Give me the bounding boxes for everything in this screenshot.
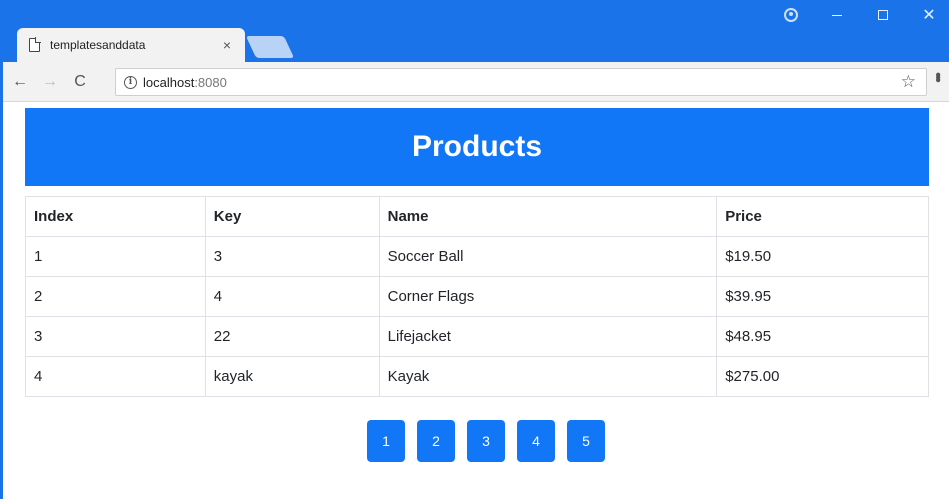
cell-index: 3 <box>25 316 206 357</box>
cell-name: Soccer Ball <box>378 236 718 277</box>
cell-index: 2 <box>25 276 206 317</box>
profile-button[interactable] <box>768 0 814 30</box>
cell-key: 3 <box>204 236 380 277</box>
cell-key: 4 <box>204 276 380 317</box>
cell-price: $275.00 <box>716 356 929 397</box>
cell-price: $48.95 <box>716 316 929 357</box>
page-button-4[interactable]: 4 <box>517 420 555 462</box>
table-row: 2 4 Corner Flags $39.95 <box>25 276 929 317</box>
forward-button[interactable]: → <box>37 69 63 95</box>
browser-toolbar: ← → C i localhost :8080 ☆ ••• <box>3 62 949 102</box>
info-icon[interactable]: i <box>124 75 137 89</box>
cell-index: 4 <box>25 356 206 397</box>
cell-name: Kayak <box>378 356 718 397</box>
maximize-icon <box>878 10 888 20</box>
browser-window: templatesanddata × ✕ ← → C i localhost :… <box>0 0 949 499</box>
table-row: 4 kayak Kayak $275.00 <box>25 356 929 397</box>
page-title: Products <box>411 130 543 163</box>
cell-index: 1 <box>25 236 206 277</box>
page-button-3[interactable]: 3 <box>467 420 505 462</box>
cell-price: $19.50 <box>716 236 929 277</box>
reload-button[interactable]: C <box>67 69 93 95</box>
close-window-button[interactable]: ✕ <box>906 0 949 30</box>
bookmark-star-icon[interactable]: ☆ <box>901 72 916 92</box>
menu-icon[interactable]: ••• <box>928 72 946 80</box>
profile-icon <box>784 8 798 22</box>
table-header-row: Index Key Name Price <box>25 196 929 237</box>
url-host: localhost <box>143 74 195 90</box>
table-row: 1 3 Soccer Ball $19.50 <box>25 236 929 277</box>
page-button-1[interactable]: 1 <box>367 420 405 462</box>
cell-name: Corner Flags <box>378 276 718 317</box>
maximize-button[interactable] <box>860 0 906 30</box>
cell-key: 22 <box>204 316 380 357</box>
header-price: Price <box>716 196 929 237</box>
minimize-icon <box>832 14 842 16</box>
title-bar: templatesanddata × ✕ <box>3 0 949 62</box>
page-button-2[interactable]: 2 <box>417 420 455 462</box>
header-index: Index <box>25 196 206 237</box>
cell-price: $39.95 <box>716 276 929 317</box>
cell-key: kayak <box>204 356 380 397</box>
close-icon: ✕ <box>922 7 936 24</box>
window-controls: ✕ <box>768 0 949 30</box>
back-button[interactable]: ← <box>7 69 33 95</box>
table-row: 3 22 Lifejacket $48.95 <box>25 316 929 357</box>
header-key: Key <box>204 196 380 237</box>
browser-tab[interactable]: templatesanddata × <box>17 28 245 62</box>
new-tab-button[interactable] <box>245 36 295 58</box>
products-table: Index Key Name Price 1 3 Soccer Ball $19… <box>25 196 929 397</box>
header-name: Name <box>378 196 718 237</box>
address-bar[interactable]: i localhost :8080 ☆ <box>115 68 927 96</box>
minimize-button[interactable] <box>814 0 860 30</box>
page-button-5[interactable]: 5 <box>567 420 605 462</box>
url-port: :8080 <box>194 74 227 90</box>
page-icon <box>29 37 41 52</box>
cell-name: Lifejacket <box>378 316 718 357</box>
tab-close-icon[interactable]: × <box>219 37 235 53</box>
tab-title: templatesanddata <box>50 38 146 52</box>
pagination: 1 2 3 4 5 <box>367 420 617 462</box>
page-header: Products <box>25 108 929 186</box>
page-content: Products Index Key Name Price 1 3 Soccer… <box>3 102 949 499</box>
